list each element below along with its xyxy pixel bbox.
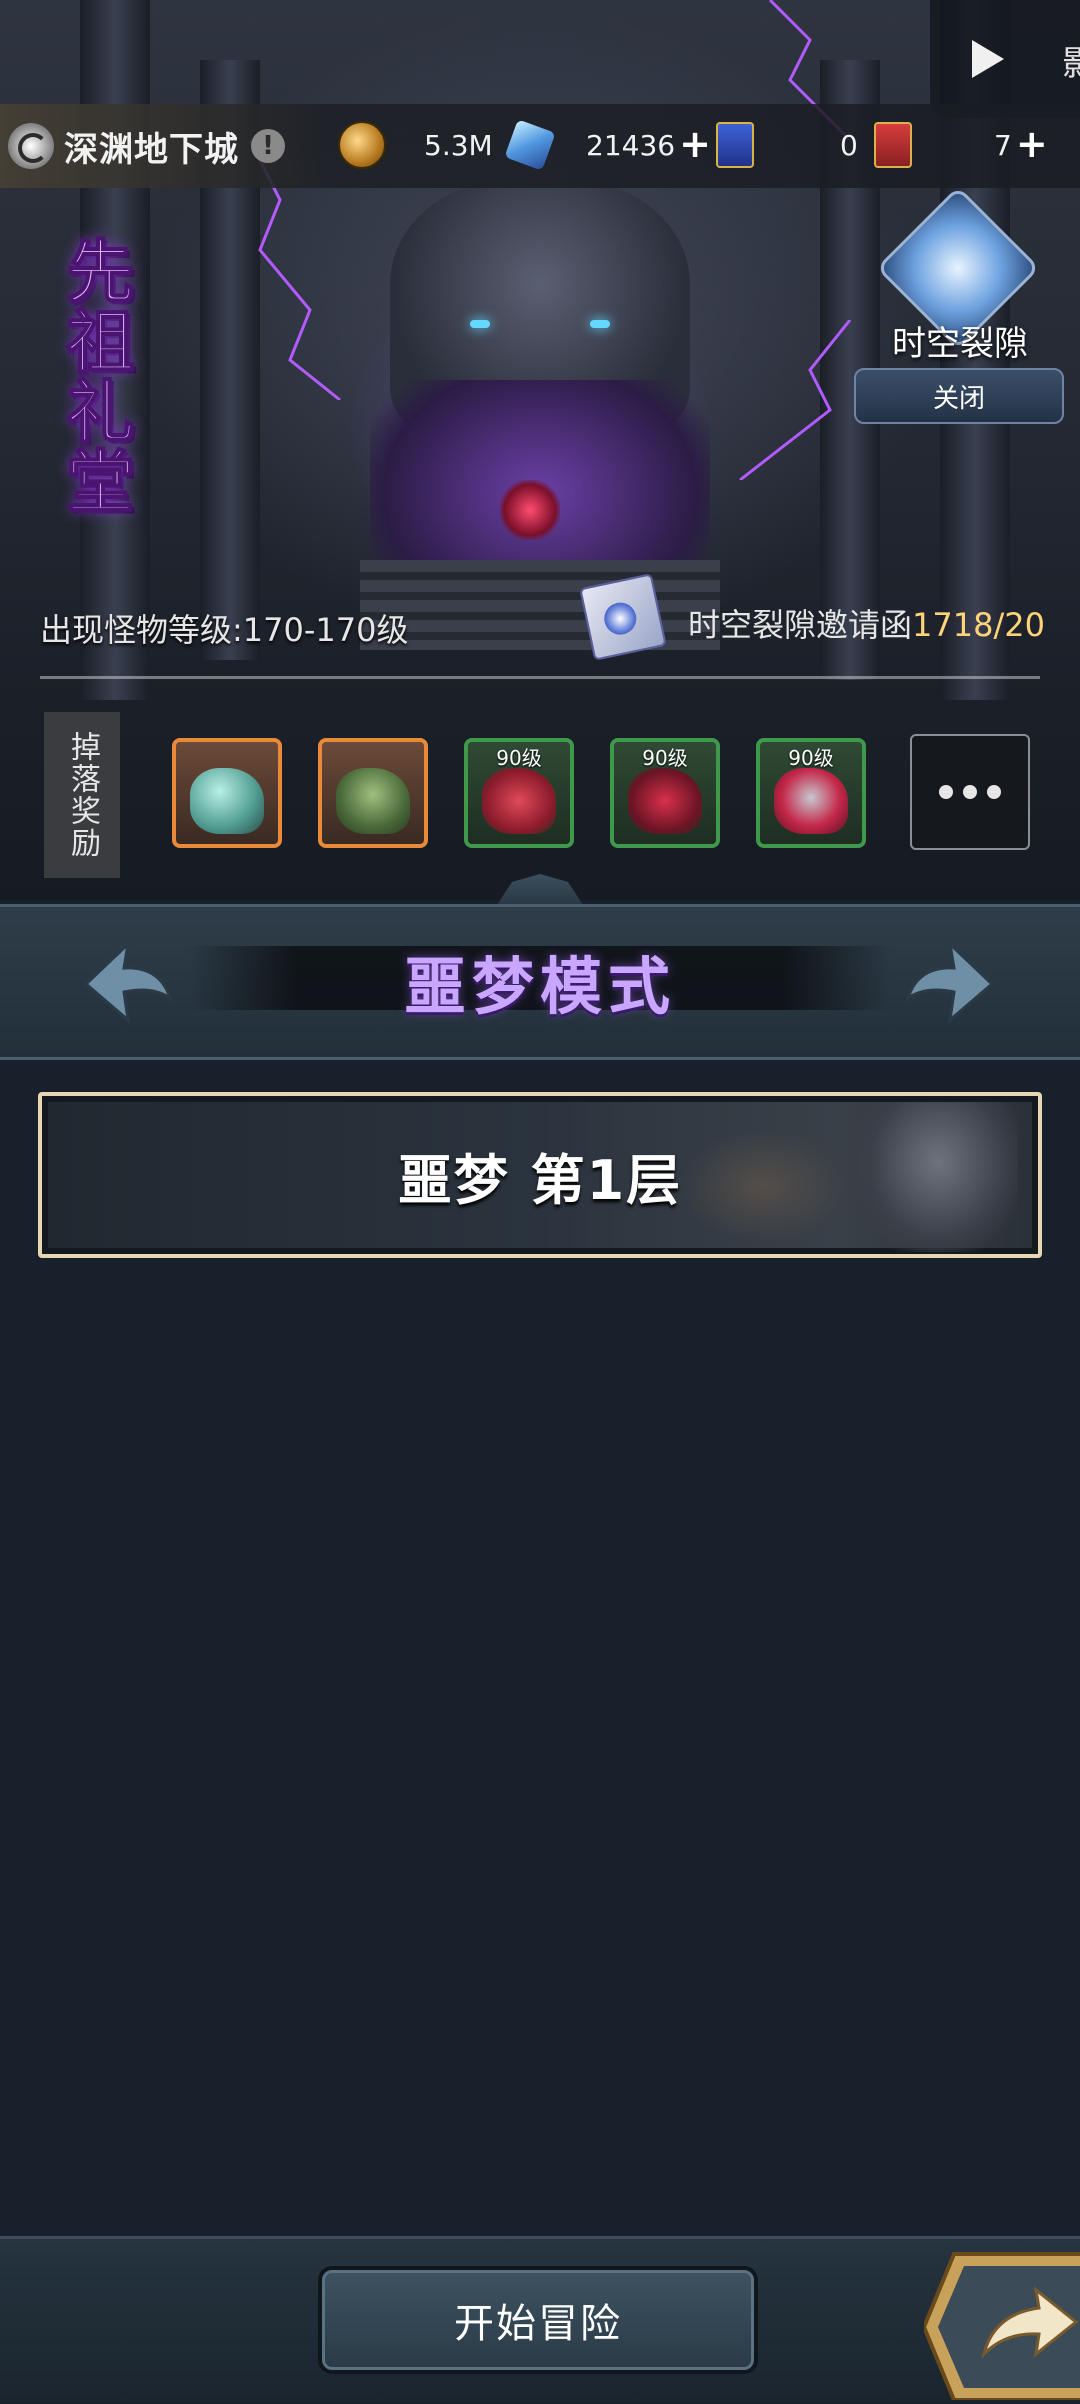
add-red-ticket-button[interactable]: +: [1012, 125, 1052, 165]
invitation-label: 时空裂隙邀请函: [688, 606, 913, 644]
reward-level: 90级: [642, 746, 688, 770]
more-rewards-button[interactable]: [910, 734, 1030, 850]
mode-title: 噩梦模式: [403, 950, 676, 1023]
drop-rewards-text: 掉落奖励: [65, 731, 100, 859]
reward-item[interactable]: 90级: [610, 738, 720, 848]
share-arrow-icon: [921, 2252, 1080, 2402]
dungeon-name: 深渊地下城: [64, 129, 239, 170]
level-row-selected[interactable]: 噩梦 第1层: [38, 1092, 1042, 1258]
abyss-swirl-icon: [8, 123, 54, 169]
gold-resource: 5.3M: [338, 118, 493, 172]
rift-label: 时空裂隙: [892, 324, 1028, 364]
reward-item[interactable]: [318, 738, 428, 848]
divider: [40, 676, 1040, 679]
horned-hero-portrait-icon: [336, 768, 410, 834]
top-tab-label: 影: [1062, 44, 1080, 84]
drop-rewards-label: 掉落奖励: [44, 712, 120, 878]
gem-value: 21436: [586, 128, 676, 162]
gem-resource: 21436 +: [504, 118, 715, 172]
blue-ticket-value: 0: [840, 128, 858, 162]
hall-banner-title: 先祖礼堂: [53, 235, 134, 517]
reward-level: 90级: [788, 746, 834, 770]
more-dots-icon: [939, 785, 953, 799]
red-gauntlet-icon: [482, 768, 556, 834]
more-dots-icon: [963, 785, 977, 799]
red-ticket-icon: [874, 122, 912, 168]
level-row-label: 噩梦 第1层: [397, 1148, 683, 1212]
hall-banner: 先祖礼堂: [44, 235, 154, 536]
elf-hero-portrait-icon: [190, 768, 264, 834]
play-icon: [972, 40, 1004, 78]
red-ticket-value: 7: [994, 128, 1012, 162]
reward-item[interactable]: 90级: [756, 738, 866, 848]
invitation-info: 时空裂隙邀请函1718/20: [688, 600, 1045, 646]
dungeon-title: 深渊地下城 !: [8, 110, 285, 182]
info-icon[interactable]: !: [251, 129, 285, 163]
reward-item[interactable]: 90级: [464, 738, 574, 848]
invitation-count: 1718/20: [912, 606, 1045, 644]
more-dots-icon: [987, 785, 1001, 799]
invitation-letter-icon: [579, 573, 667, 661]
reward-level: 90级: [496, 746, 542, 770]
monster-level-text: 出现怪物等级:170-170级: [40, 611, 409, 649]
red-armor-icon: [774, 768, 848, 834]
red-helmet-icon: [628, 768, 702, 834]
replay-tab[interactable]: 影: [930, 0, 1080, 118]
rift-close-button[interactable]: 关闭: [854, 368, 1064, 424]
gem-icon: [504, 119, 556, 171]
blue-ticket-icon: [716, 122, 754, 168]
share-button[interactable]: [921, 2244, 1080, 2402]
start-adventure-button[interactable]: 开始冒险: [318, 2266, 758, 2374]
gold-value: 5.3M: [424, 128, 493, 162]
gold-coin-icon: [338, 121, 386, 169]
red-ticket-resource: 7 +: [874, 118, 1052, 172]
blue-ticket-resource: 0: [716, 118, 858, 172]
add-gems-button[interactable]: +: [675, 125, 715, 165]
reward-item[interactable]: [172, 738, 282, 848]
